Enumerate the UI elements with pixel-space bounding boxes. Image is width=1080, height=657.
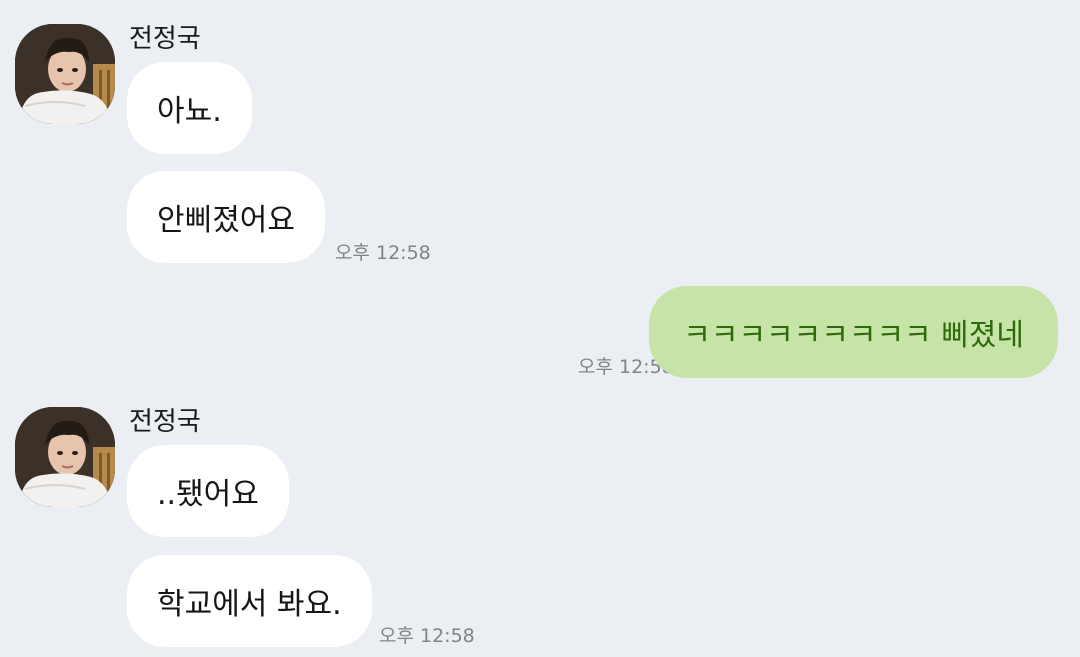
message-bubble[interactable]: 학교에서 봐요. [127,555,372,647]
sender-name: 전정국 [129,24,201,54]
sender-avatar[interactable] [15,24,115,124]
message-timestamp: 오후 12:58 [379,625,475,647]
sender-avatar[interactable] [15,407,115,507]
avatar-photo-icon [15,24,115,124]
sender-name: 전정국 [129,407,201,437]
message-timestamp: 오후 12:58 [335,242,431,264]
message-bubble[interactable]: 안삐졌어요 [127,171,325,263]
avatar-photo-icon [15,407,115,507]
message-bubble[interactable]: ..됐어요 [127,445,289,537]
message-bubble[interactable]: 아뇨. [127,62,252,154]
message-bubble-outgoing[interactable]: ㅋㅋㅋㅋㅋㅋㅋㅋㅋ 삐졌네 [649,286,1058,378]
